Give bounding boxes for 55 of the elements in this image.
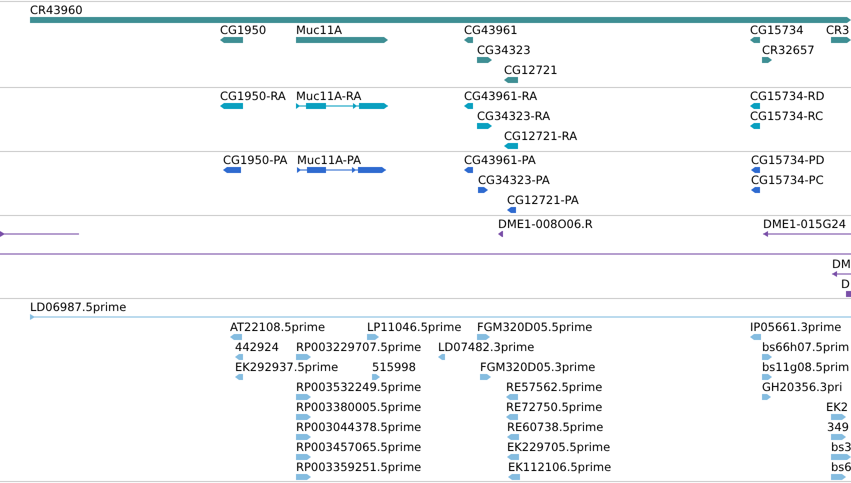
feature-label: EK2 xyxy=(826,400,848,414)
feature-label: EK112106.5prime xyxy=(508,460,612,474)
feature-label: CG43961-PA xyxy=(464,153,536,167)
feature-label: Muc11A-RA xyxy=(296,89,362,103)
feature-label: IP05661.3prime xyxy=(750,320,842,334)
feature-label: RE57562.5prime xyxy=(506,380,602,394)
feature-label: RE72750.5prime xyxy=(506,400,602,414)
feature-label: CG12721-RA xyxy=(504,129,578,143)
feature-label: EK229705.5prime xyxy=(507,440,610,454)
feature-label: CG43961 xyxy=(464,23,518,37)
feature-label: bs11g08.5prim xyxy=(762,360,850,374)
feature-label: Muc11A-PA xyxy=(297,153,361,167)
feature-label: RP003229707.5prime xyxy=(296,340,422,354)
feature-label: Muc11A xyxy=(296,23,342,37)
feature-label: CR3 xyxy=(826,23,850,37)
feature-label: AT22108.5prime xyxy=(230,320,326,334)
feature-label: EK292937.5prime xyxy=(235,360,338,374)
feature-label: CG1950 xyxy=(220,23,266,37)
feature-label: CG15734-PD xyxy=(751,153,824,167)
feature-label: RP003044378.5prime xyxy=(296,420,422,434)
feature-label: bs3 xyxy=(831,440,851,454)
feature-label: CG1950-RA xyxy=(220,89,286,103)
feature-label: LP11046.5prime xyxy=(367,320,462,334)
feature-label: CG43961-RA xyxy=(464,89,538,103)
feature-label: CG15734-RD xyxy=(750,89,825,103)
feature-label: bs6 xyxy=(831,460,851,474)
feature-label: CG15734 xyxy=(750,23,804,37)
feature-label: LD07482.3prime xyxy=(438,340,534,354)
feature-label: LD06987.5prime xyxy=(30,300,126,314)
feature-label: RP003380005.5prime xyxy=(296,400,422,414)
feature-label: DME1-015G24 xyxy=(763,217,846,231)
feature-label: CR43960 xyxy=(30,3,83,17)
feature-label: D xyxy=(841,277,850,291)
feature-label: CG34323 xyxy=(477,43,531,57)
feature-label: CG34323-RA xyxy=(477,109,550,123)
feature-label: GH20356.3pri xyxy=(762,380,842,394)
feature-label: RP003457065.5prime xyxy=(296,440,422,454)
feature-label: DME1-008O06.R xyxy=(498,217,593,231)
feature-label: CG1950-PA xyxy=(223,153,288,167)
feature-label: RP003359251.5prime xyxy=(296,460,422,474)
feature-label: 442924 xyxy=(235,340,279,354)
feature-label: CG15734-RC xyxy=(750,109,824,123)
feature-label: 515998 xyxy=(372,360,416,374)
feature-label: CG15734-PC xyxy=(751,173,824,187)
feature-label: RP003532249.5prime xyxy=(296,380,422,394)
feature-label: DM xyxy=(832,257,851,271)
feature-label: CG34323-PA xyxy=(478,173,550,187)
feature-label: RE60738.5prime xyxy=(507,420,604,434)
feature-label: bs66h07.5prim xyxy=(762,340,850,354)
feature-label: FGM320D05.3prime xyxy=(480,360,596,374)
feature-label: CG12721 xyxy=(504,63,558,77)
feature-label: 349 xyxy=(827,420,849,434)
feature-label: FGM320D05.5prime xyxy=(477,320,592,334)
feature-label: CR32657 xyxy=(762,43,815,57)
feature-label: CG12721-PA xyxy=(507,193,579,207)
